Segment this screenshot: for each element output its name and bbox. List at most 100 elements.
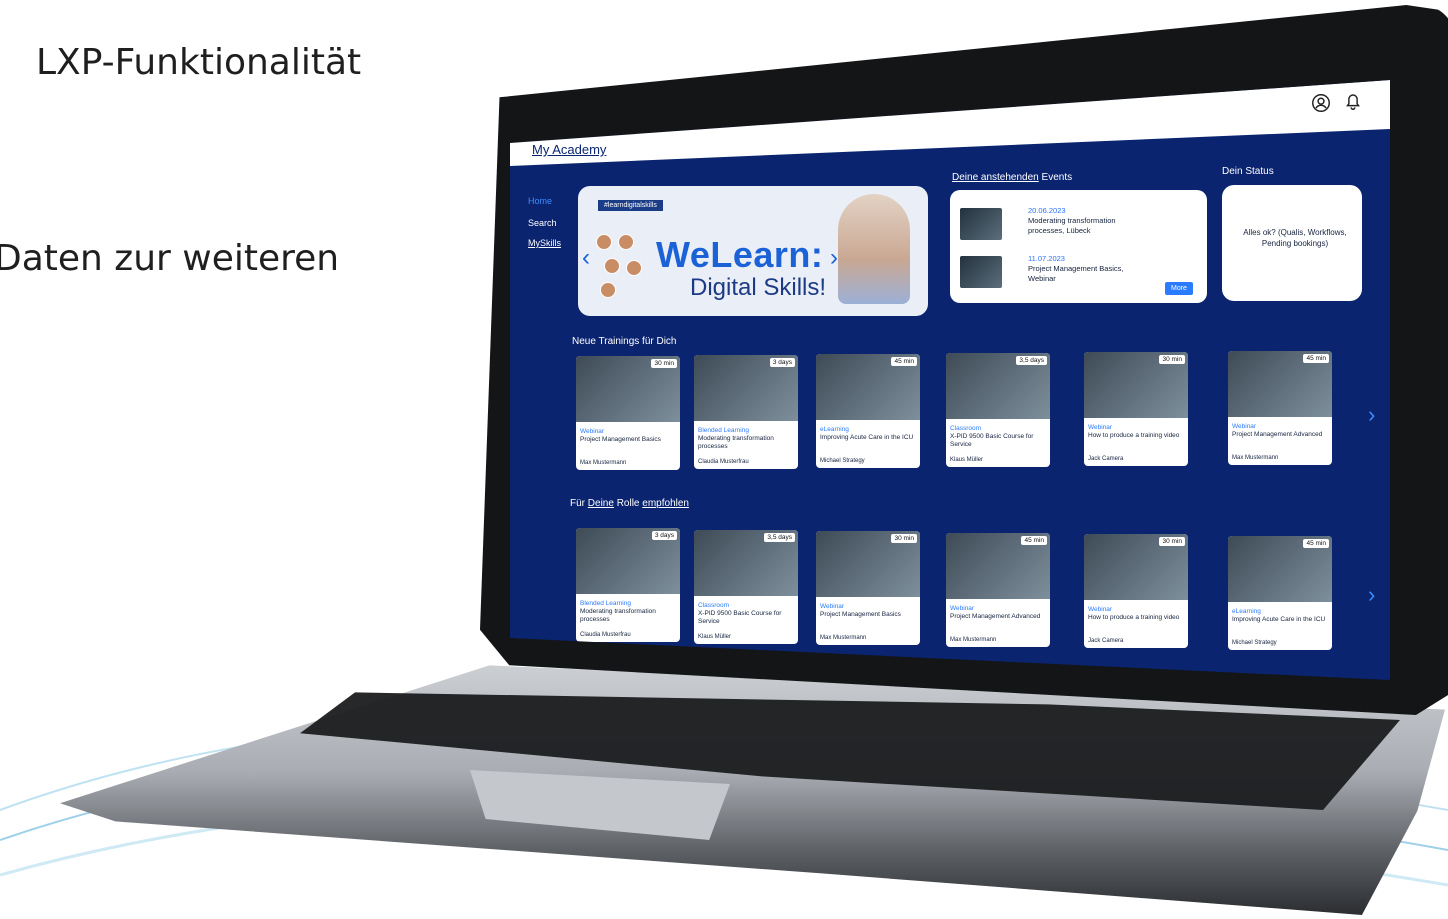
course-card[interactable]: 45 min eLearning Improving Acute Care in t… <box>1228 535 1332 650</box>
app-screen: My Academy Home Search MySkills #learndi… <box>510 80 1390 680</box>
course-type: Webinar <box>580 428 605 435</box>
course-instructor: Claudia Musterfrau <box>698 459 749 465</box>
course-title: Improving Acute Care in the ICU <box>820 434 914 441</box>
course-type: Classroom <box>950 425 982 432</box>
more-button[interactable]: More <box>1165 282 1193 295</box>
course-title: Project Management Advanced <box>950 612 1041 620</box>
course-card[interactable]: 30 min Webinar Project Management Basics Ma… <box>816 531 920 645</box>
course-title: Moderating transformation processes <box>698 435 774 450</box>
course-title: Project Management Basics <box>820 611 901 618</box>
course-instructor: Max Mustermann <box>580 460 627 466</box>
new-trainings-heading: Neue Trainings für Dich <box>572 336 677 347</box>
course-title: X-PID 9500 Basic Course for Service <box>950 433 1034 448</box>
avatar <box>596 234 612 250</box>
nav-search[interactable]: Search <box>528 218 557 228</box>
course-type: Webinar <box>950 604 975 612</box>
hero-tag: #learndigitalskills <box>598 200 663 211</box>
role-heading-u2: empfohlen <box>642 498 689 509</box>
course-duration: 30 min <box>651 359 677 368</box>
role-heading-mid: Rolle <box>616 498 640 509</box>
event-date: 20.06.2023 <box>1028 206 1066 215</box>
course-card[interactable]: 45 min eLearning Improving Acute Care in t… <box>816 354 920 468</box>
avatar <box>604 258 620 274</box>
role-heading-u1: Deine <box>587 498 614 509</box>
course-duration: 30 min <box>1159 355 1185 364</box>
course-type: eLearning <box>1232 607 1261 615</box>
course-title: Project Management Advanced <box>1232 431 1323 438</box>
course-title: X-PID 9500 Basic Course for Service <box>698 609 782 625</box>
status-panel[interactable]: Alles ok? (Qualis, Workflows, Pending bo… <box>1222 185 1362 301</box>
hero-title: WeLearn: <box>656 234 824 275</box>
course-type: eLearning <box>820 426 849 433</box>
course-title: Project Management Basics <box>580 436 661 443</box>
user-icon[interactable] <box>1310 92 1332 114</box>
course-instructor: Claudia Musterfrau <box>580 632 631 638</box>
course-duration: 45 min <box>1021 535 1047 545</box>
status-heading: Dein Status <box>1222 166 1274 177</box>
course-card[interactable]: 30 min Webinar How to produce a training v… <box>1084 352 1188 466</box>
course-duration: 30 min <box>891 534 917 543</box>
course-duration: 45 min <box>891 357 917 366</box>
hero-banner[interactable]: #learndigitalskills ‹ WeLearn: Digital S… <box>578 186 928 316</box>
slide-text-line: Daten zur weiteren <box>0 238 340 279</box>
avatar <box>626 260 642 276</box>
course-duration: 3 days <box>651 531 677 540</box>
course-card[interactable]: 3,5 days Classroom X-PID 9500 Basic Course… <box>946 353 1050 467</box>
course-instructor: Jack Camera <box>1088 456 1124 462</box>
nav-home[interactable]: Home <box>528 196 552 206</box>
chevron-left-icon[interactable]: ‹ <box>582 244 590 272</box>
course-instructor: Max Mustermann <box>1232 455 1279 461</box>
course-card[interactable]: 45 min Webinar Project Management Advanced… <box>946 532 1050 647</box>
course-type: Blended Learning <box>698 427 749 434</box>
events-heading: Deine anstehenden Events <box>952 172 1072 183</box>
nav-myskills[interactable]: MySkills <box>528 238 561 248</box>
bell-icon[interactable] <box>1342 90 1364 112</box>
course-type: Webinar <box>1088 424 1113 431</box>
event-title[interactable]: Moderating transformation processes, Lüb… <box>1028 216 1148 236</box>
course-instructor: Klaus Müller <box>698 633 732 640</box>
course-duration: 30 min <box>1159 537 1185 546</box>
event-thumbnail <box>960 256 1002 288</box>
events-panel: 20.06.2023 Moderating transformation pro… <box>950 190 1207 303</box>
chevron-right-icon[interactable]: › <box>1368 582 1375 608</box>
role-heading-prefix: Für <box>570 498 585 509</box>
course-title: How to produce a training video <box>1088 614 1180 621</box>
course-duration: 45 min <box>1303 538 1329 548</box>
events-heading-prefix: Deine anstehenden <box>952 172 1039 183</box>
course-title: Moderating transformation processes <box>580 608 656 623</box>
hero-subtitle: Digital Skills! <box>690 274 827 301</box>
event-thumbnail <box>960 208 1002 240</box>
event-title[interactable]: Project Management Basics, Webinar <box>1028 264 1148 284</box>
course-instructor: Max Mustermann <box>950 636 997 643</box>
course-type: Webinar <box>1232 423 1257 430</box>
course-title: How to produce a training video <box>1088 432 1180 439</box>
course-instructor: Max Mustermann <box>820 635 867 641</box>
course-type: Classroom <box>698 601 730 609</box>
events-heading-suffix: Events <box>1041 172 1073 183</box>
course-type: Webinar <box>820 603 845 610</box>
course-card[interactable]: 3 days Blended Learning Moderating transfo… <box>576 528 680 642</box>
chevron-right-icon[interactable]: › <box>830 244 838 272</box>
avatar <box>618 234 634 250</box>
role-recommended-heading: Für Deine Rolle empfohlen <box>570 498 689 509</box>
course-instructor: Klaus Müller <box>950 457 984 463</box>
course-type: Blended Learning <box>580 600 631 607</box>
course-card[interactable]: 30 min Webinar How to produce a training v… <box>1084 534 1188 648</box>
course-instructor: Jack Camera <box>1088 638 1124 644</box>
chevron-right-icon[interactable]: › <box>1368 402 1375 428</box>
course-card[interactable]: 45 min Webinar Project Management Advanced… <box>1228 351 1332 465</box>
hero-person-image <box>838 194 910 304</box>
course-duration: 45 min <box>1303 354 1329 363</box>
slide-title: LXP-Funktionalität <box>36 42 362 83</box>
course-duration: 3,5 days <box>764 532 795 542</box>
course-card[interactable]: 3 days Blended Learning Moderating transfo… <box>694 355 798 469</box>
course-duration: 3 days <box>769 358 795 367</box>
course-instructor: Michael Strategy <box>820 458 865 464</box>
course-card[interactable]: 30 min Webinar Project Management Basics Ma… <box>576 356 680 470</box>
brand-logo[interactable]: My Academy <box>532 142 606 157</box>
status-text: Alles ok? (Qualis, Workflows, Pending bo… <box>1243 228 1347 248</box>
course-title: Improving Acute Care in the ICU <box>1232 615 1326 623</box>
course-type: Webinar <box>1088 606 1113 613</box>
course-card[interactable]: 3,5 days Classroom X-PID 9500 Basic Course… <box>694 529 798 644</box>
event-date: 11.07.2023 <box>1028 254 1065 263</box>
